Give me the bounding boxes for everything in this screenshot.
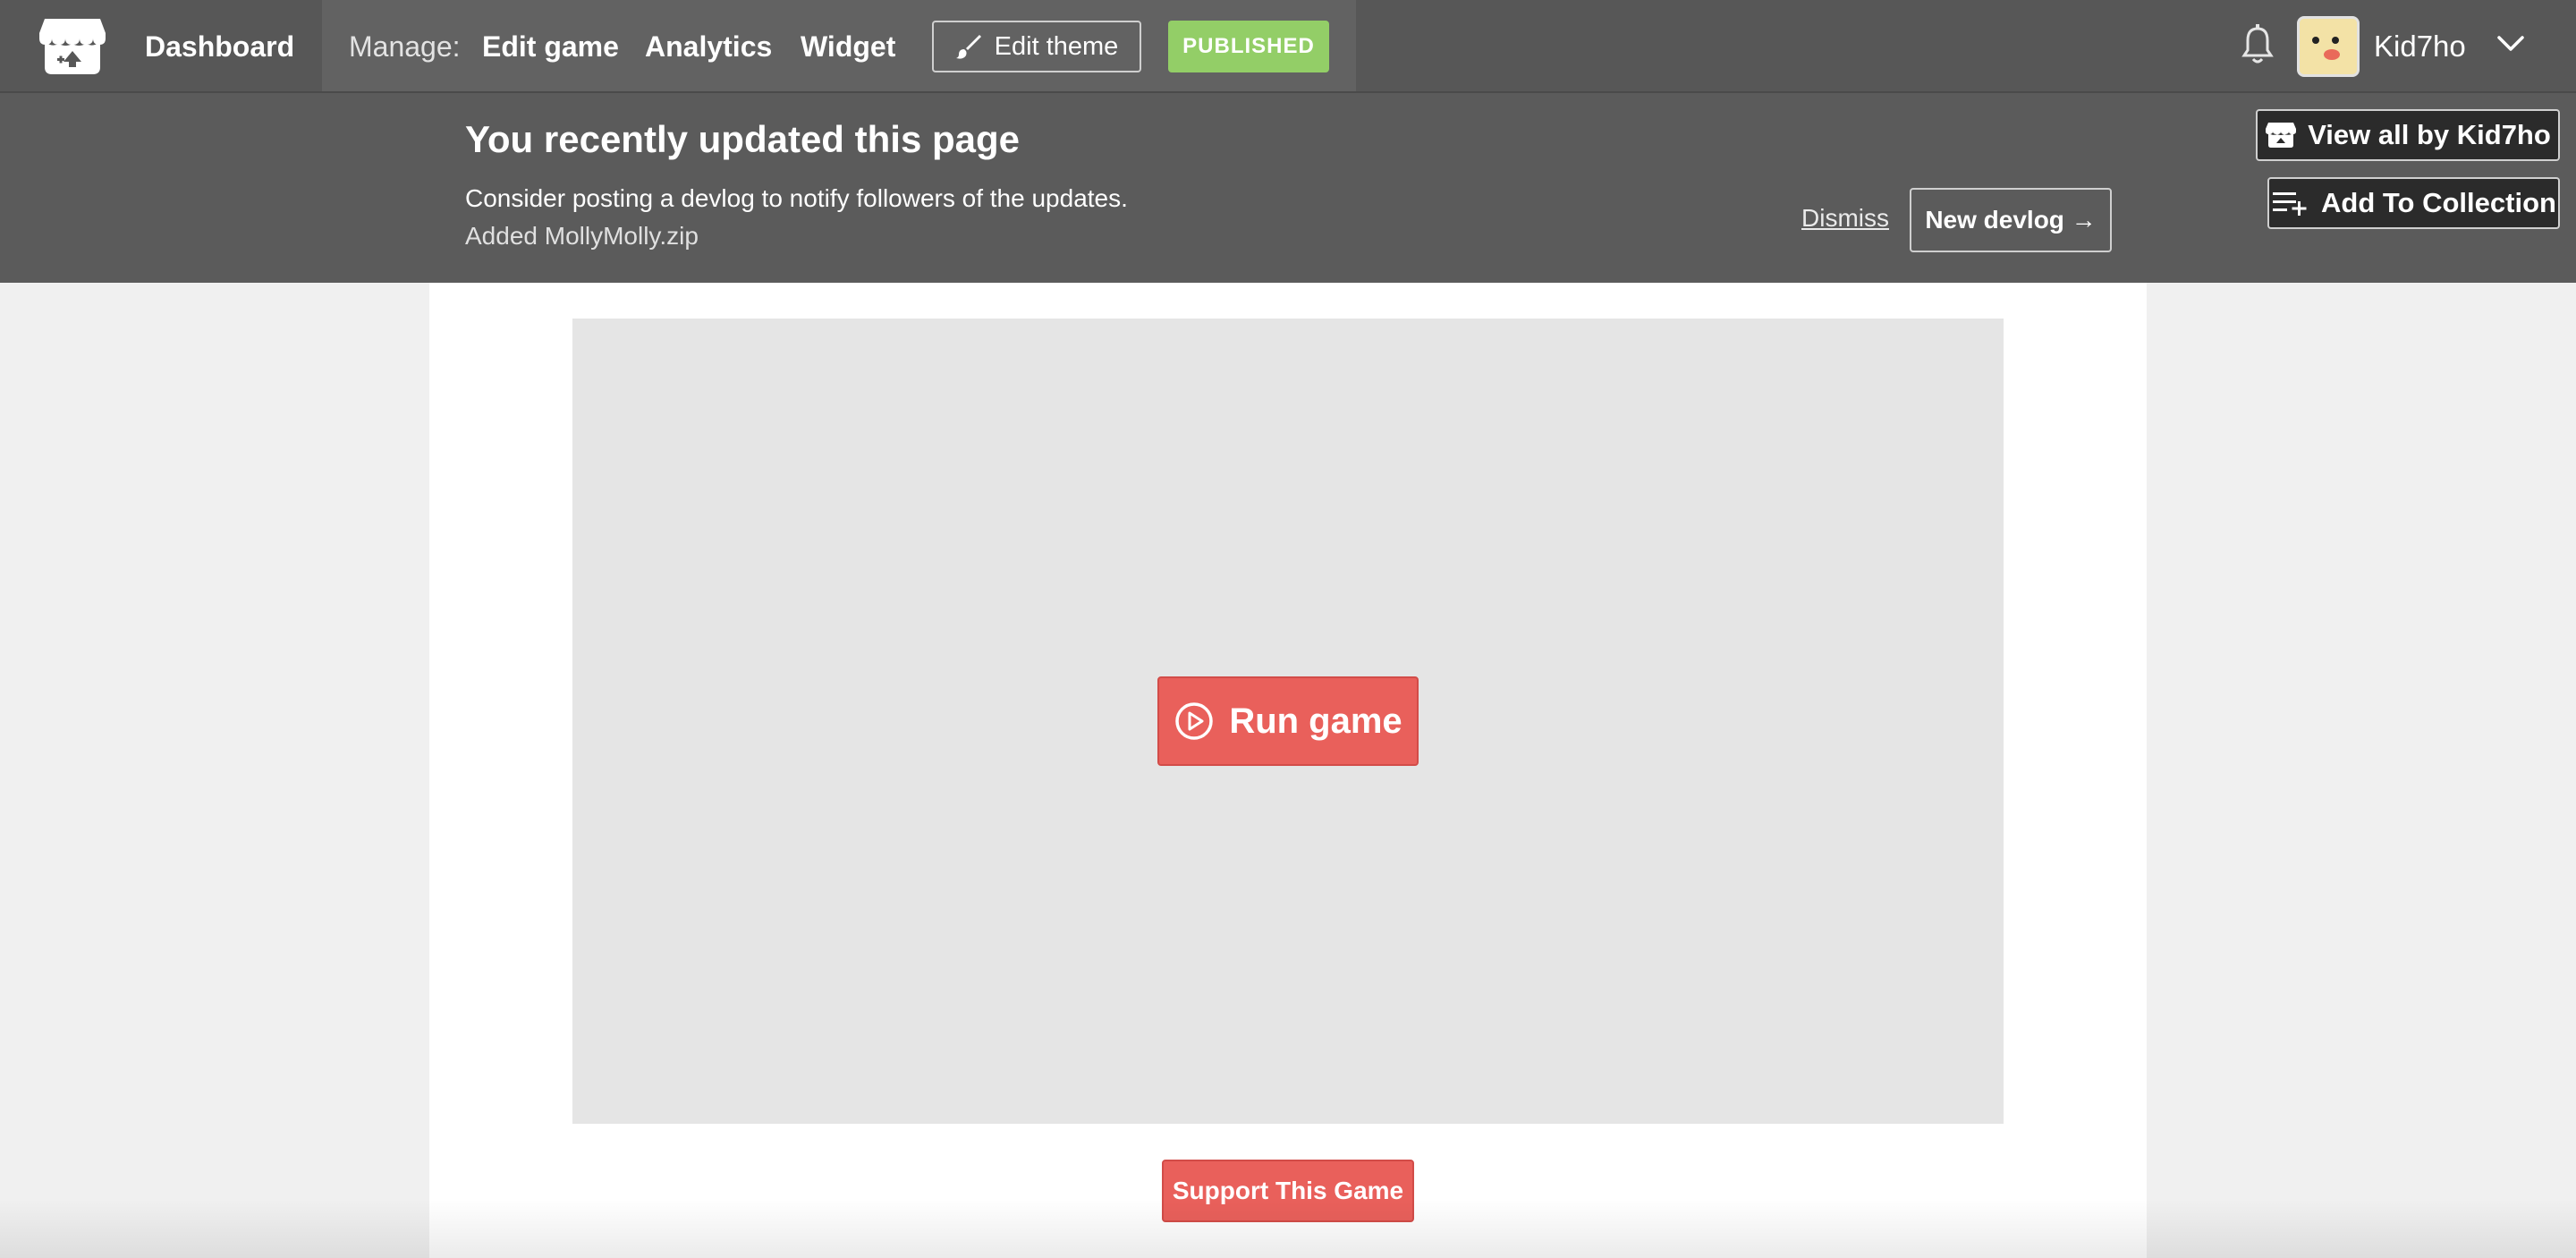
nav-edit-game[interactable]: Edit game (482, 0, 619, 91)
support-game-button[interactable]: Support This Game (1162, 1160, 1414, 1222)
dismiss-link[interactable]: Dismiss (1801, 204, 1889, 233)
banner-title: You recently updated this page (465, 118, 1020, 160)
add-to-collection-button[interactable]: Add To Collection (2267, 177, 2560, 229)
nav-analytics[interactable]: Analytics (645, 0, 772, 91)
dashboard-link[interactable]: Dashboard (145, 0, 294, 93)
itchio-logo-icon[interactable] (38, 15, 107, 78)
avatar[interactable] (2297, 16, 2360, 77)
edit-theme-button[interactable]: Edit theme (932, 21, 1141, 72)
bell-icon[interactable] (2240, 23, 2275, 66)
new-devlog-button[interactable]: New devlog → (1910, 188, 2112, 252)
published-badge[interactable]: PUBLISHED (1168, 21, 1329, 72)
brush-icon (955, 35, 981, 59)
view-all-label: View all by Kid7ho (2308, 119, 2551, 150)
username[interactable]: Kid7ho (2374, 0, 2466, 93)
view-all-button[interactable]: View all by Kid7ho (2256, 109, 2560, 161)
run-game-button[interactable]: Run game (1157, 676, 1419, 766)
banner-message: Consider posting a devlog to notify foll… (465, 184, 1128, 212)
play-circle-icon (1175, 702, 1214, 740)
edit-theme-label: Edit theme (994, 31, 1119, 61)
run-game-label: Run game (1229, 701, 1402, 741)
top-header: Dashboard Manage: Edit game Analytics Wi… (0, 0, 2576, 93)
itchio-store-icon (2266, 123, 2297, 148)
update-banner: You recently updated this page Consider … (0, 93, 2576, 283)
banner-change: Added MollyMolly.zip (465, 222, 699, 250)
add-collection-label: Add To Collection (2321, 187, 2556, 218)
nav-widget[interactable]: Widget (801, 0, 895, 91)
chevron-down-icon[interactable] (2496, 32, 2526, 54)
manage-label: Manage: (349, 30, 461, 63)
avatar-duck-icon (2300, 19, 2357, 74)
add-list-icon (2273, 192, 2307, 216)
manage-toolbar: Manage: Edit game Analytics Widget Edit … (322, 0, 1356, 91)
